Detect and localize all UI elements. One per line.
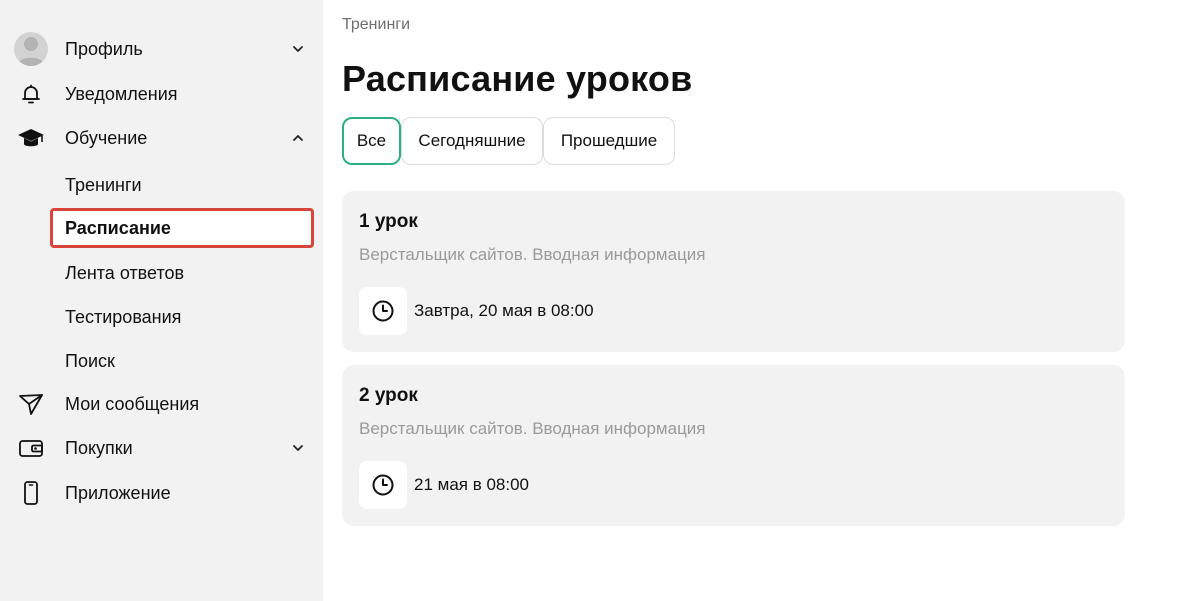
lesson-title: 2 урок	[359, 385, 418, 406]
graduation-cap-icon	[14, 120, 48, 156]
sidebar-subitem-answers-feed[interactable]: Лента ответов	[50, 253, 314, 293]
sidebar-item-label: Обучение	[65, 127, 148, 148]
sidebar-subitem-label: Тренинги	[65, 174, 142, 195]
lesson-subtitle: Верстальщик сайтов. Вводная информация	[359, 419, 706, 438]
sidebar: Профиль Уведомления Обучение Тренинги Ра…	[0, 0, 323, 601]
lesson-title: 1 урок	[359, 211, 418, 232]
sidebar-item-profile[interactable]: Профиль	[0, 31, 323, 67]
sidebar-item-learning[interactable]: Обучение	[0, 120, 323, 156]
lesson-subtitle: Верстальщик сайтов. Вводная информация	[359, 245, 706, 264]
lesson-card[interactable]: 2 урок Верстальщик сайтов. Вводная инфор…	[342, 365, 1125, 526]
clock-icon	[359, 287, 407, 335]
chevron-down-icon[interactable]	[290, 31, 306, 67]
sidebar-item-messages[interactable]: Мои сообщения	[0, 386, 323, 422]
tab-today[interactable]: Сегодняшние	[401, 117, 543, 165]
phone-icon	[14, 475, 48, 511]
clock-icon	[359, 461, 407, 509]
tab-past[interactable]: Прошедшие	[543, 117, 675, 165]
lesson-card[interactable]: 1 урок Верстальщик сайтов. Вводная инфор…	[342, 191, 1125, 352]
sidebar-subitem-search[interactable]: Поиск	[50, 341, 314, 381]
sidebar-item-app[interactable]: Приложение	[0, 475, 323, 511]
tab-all[interactable]: Все	[342, 117, 401, 165]
sidebar-item-notifications[interactable]: Уведомления	[0, 76, 323, 112]
sidebar-subitem-label: Поиск	[65, 350, 115, 371]
sidebar-item-label: Уведомления	[65, 83, 178, 104]
sidebar-subitem-schedule[interactable]: Расписание	[50, 208, 314, 248]
sidebar-item-label: Профиль	[65, 38, 143, 59]
sidebar-subitem-trainings[interactable]: Тренинги	[50, 165, 314, 205]
wallet-icon	[14, 430, 48, 466]
avatar-icon	[14, 31, 48, 67]
send-icon	[14, 386, 48, 422]
sidebar-item-label: Приложение	[65, 482, 171, 503]
page-title: Расписание уроков	[342, 58, 693, 99]
lesson-time: 21 мая в 08:00	[414, 475, 529, 494]
avatar	[14, 32, 48, 66]
sidebar-subitem-label: Лента ответов	[65, 262, 185, 283]
chevron-up-icon[interactable]	[290, 120, 306, 156]
bell-icon	[14, 76, 48, 112]
breadcrumb[interactable]: Тренинги	[342, 16, 410, 34]
chevron-down-icon[interactable]	[290, 430, 306, 466]
sidebar-item-purchases[interactable]: Покупки	[0, 430, 323, 466]
lesson-time: Завтра, 20 мая в 08:00	[414, 301, 594, 320]
sidebar-subitem-tests[interactable]: Тестирования	[50, 297, 314, 337]
main-content: Тренинги Расписание уроков Все Сегодняшн…	[342, 0, 1142, 601]
app-root: Профиль Уведомления Обучение Тренинги Ра…	[0, 0, 1200, 601]
sidebar-item-label: Мои сообщения	[65, 393, 200, 414]
sidebar-subitem-label: Тестирования	[65, 306, 182, 327]
sidebar-item-label: Покупки	[65, 437, 133, 458]
sidebar-subitem-label: Расписание	[65, 217, 171, 238]
